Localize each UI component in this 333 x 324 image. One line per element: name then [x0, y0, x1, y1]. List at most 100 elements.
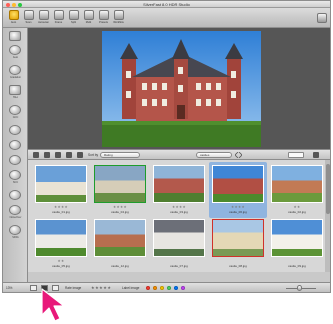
thumbnail-filename: castle_03.jpg — [170, 210, 188, 214]
scrollbar-knob[interactable] — [326, 164, 330, 214]
settings-icon[interactable] — [313, 152, 319, 158]
tool-button-7[interactable] — [9, 155, 21, 165]
tool-button-gcc[interactable] — [9, 105, 21, 115]
thumbnail-item[interactable]: ★★★★ castle_03.jpg — [150, 162, 208, 218]
label-purple-dot[interactable] — [181, 286, 185, 290]
tool-button-9[interactable] — [9, 190, 21, 200]
thumbnail-scrollbar[interactable] — [325, 160, 330, 272]
tool-label: SRDx — [12, 236, 19, 239]
thumbnail-filename: castle_06.jpg — [229, 210, 247, 214]
thumbnail-image — [35, 219, 87, 257]
toolbar-scan-button[interactable]: Scan — [22, 10, 35, 26]
toolbar-workflow-button[interactable]: Workflow — [112, 10, 125, 26]
thumbnail-item[interactable]: castle_07.jpg — [150, 216, 208, 272]
toolbar-presets-button[interactable]: Presets — [97, 10, 110, 26]
toolbar-button-label: Presets — [99, 21, 108, 24]
rating-stars: ★★ — [57, 259, 65, 263]
new-folder-icon[interactable] — [77, 152, 83, 158]
tool-label: Auto — [12, 56, 19, 59]
toolbar-frame-button[interactable]: Frame — [52, 10, 65, 26]
thumbnail-filename: castle_09.jpg — [288, 264, 306, 268]
thumbnail-image — [271, 219, 323, 257]
tool-button-5[interactable] — [9, 125, 21, 135]
toolbar-autoscan-button[interactable]: Autoscan — [37, 10, 50, 26]
title-bar: SilverFast 8.0 HDR Studio — [3, 1, 330, 8]
chevron-left-right-icon[interactable] — [235, 152, 242, 158]
rate-image-stars[interactable]: ★★★★★ — [91, 285, 111, 290]
tool-label: Gradation — [10, 76, 21, 79]
browser-toolbar: Sort by Rating castles — [28, 149, 330, 160]
tool-button-gradation[interactable] — [9, 65, 21, 75]
thumbnail-filename: castle_01.jpg — [52, 210, 70, 214]
toolbar-button-label: Autoscan — [38, 21, 49, 24]
thumbnail-item[interactable]: ★★ castle_02.jpg — [268, 162, 326, 218]
folder-icon[interactable] — [66, 152, 72, 158]
toolbar-split-button[interactable]: Split — [67, 10, 80, 26]
search-icon[interactable] — [288, 152, 304, 158]
thumbnail-image — [94, 165, 146, 203]
tool-label: SCC — [12, 181, 19, 184]
toolbar-settings-button[interactable] — [317, 13, 327, 23]
tool-button-hilo[interactable] — [9, 85, 21, 95]
multi-icon — [83, 10, 94, 20]
label-image-label: Label image — [122, 286, 140, 290]
thumbnail-filename: castle_08.jpg — [229, 264, 247, 268]
frame-icon — [53, 10, 64, 20]
split-icon — [68, 10, 79, 20]
pointer-arrow-icon — [41, 288, 65, 322]
toolbar-multi-button[interactable]: Multi — [82, 10, 95, 26]
label-yellow-dot[interactable] — [160, 286, 164, 290]
main-toolbar: Auto Scan Autoscan Frame Split Multi Pre… — [3, 8, 330, 28]
grid-view-icon[interactable] — [44, 152, 50, 158]
castle-photo — [102, 31, 261, 147]
toolbar-auto-button[interactable]: Auto — [7, 10, 20, 26]
tool-sidebar: Auto Gradation HiLo GCC SCC NoiseOver SR… — [3, 28, 28, 286]
tool-label: NoiseOver — [9, 216, 22, 219]
thumbnail-item[interactable]: ★★★★ castle_04.jpg — [91, 162, 149, 218]
label-blue-dot[interactable] — [174, 286, 178, 290]
list-view-icon[interactable] — [55, 152, 61, 158]
thumbnail-item[interactable]: ★★ castle_05.jpg — [32, 216, 90, 272]
thumbnail-image — [94, 219, 146, 257]
rating-stars: ★★★★ — [53, 205, 69, 209]
workflow-icon — [113, 10, 124, 20]
presets-icon — [98, 10, 109, 20]
thumbnail-item[interactable]: ★★★★ castle_06.jpg — [209, 162, 267, 218]
rating-stars: ★★★★ — [112, 205, 128, 209]
toolbar-button-label: Frame — [54, 21, 63, 24]
tool-button-srdx[interactable] — [9, 225, 21, 235]
thumbnail-item[interactable]: castle_08.jpg — [209, 216, 267, 272]
app-window: SilverFast 8.0 HDR Studio Auto Scan Auto… — [2, 0, 331, 293]
thumbnail-item[interactable]: castle_12.jpg — [91, 216, 149, 272]
scan-icon — [23, 10, 34, 20]
thumbnail-size-slider-knob[interactable] — [297, 285, 302, 291]
thumbnail-filename: castle_02.jpg — [288, 210, 306, 214]
tool-button-6[interactable] — [9, 140, 21, 150]
rating-stars: ★★★★ — [230, 205, 246, 209]
sort-by-value: Rating — [104, 153, 113, 157]
thumbnail-filename: castle_07.jpg — [170, 264, 188, 268]
sort-by-select[interactable]: Rating — [100, 152, 140, 158]
label-green-dot[interactable] — [167, 286, 171, 290]
thumbnail-filename: castle_04.jpg — [111, 210, 129, 214]
tool-button-noiseover[interactable] — [9, 205, 21, 215]
label-orange-dot[interactable] — [153, 286, 157, 290]
zoom-level: 13% — [6, 286, 13, 290]
back-icon[interactable] — [33, 152, 39, 158]
label-red-dot[interactable] — [146, 286, 150, 290]
thumbnail-image — [212, 219, 264, 257]
tool-button-scc[interactable] — [9, 170, 21, 180]
folder-select[interactable]: castles — [196, 152, 232, 158]
thumbnail-image — [271, 165, 323, 203]
thumbnail-image — [35, 165, 87, 203]
tool-button-0[interactable] — [9, 31, 21, 41]
tool-button-auto[interactable] — [9, 45, 21, 55]
thumbnail-filename: castle_05.jpg — [52, 264, 70, 268]
grid-view-button[interactable] — [30, 285, 37, 291]
thumbnail-image — [153, 165, 205, 203]
thumbnail-item[interactable]: ★★★★ castle_01.jpg — [32, 162, 90, 218]
thumbnail-item[interactable]: castle_09.jpg — [268, 216, 326, 272]
tool-label: GCC — [12, 116, 19, 119]
preview-image[interactable] — [102, 31, 261, 147]
thumbnail-image — [212, 165, 264, 203]
